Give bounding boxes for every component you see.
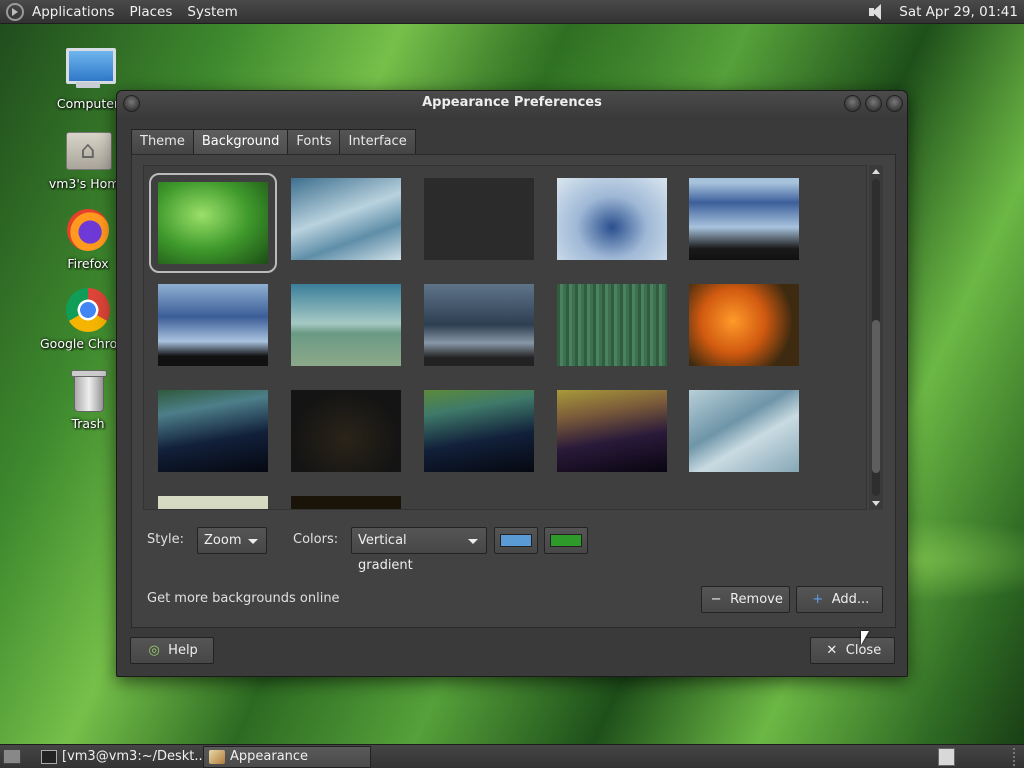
- close-icon: ✕: [826, 643, 838, 658]
- tab-background[interactable]: Background: [192, 129, 288, 155]
- wallpaper-thumb-archlinux[interactable]: [424, 178, 534, 260]
- appearance-preferences-window: Appearance Preferences Theme Background …: [116, 90, 908, 677]
- distro-logo-icon[interactable]: [6, 2, 24, 21]
- get-more-backgrounds-link[interactable]: Get more backgrounds online: [147, 591, 340, 606]
- taskbar-item-appearance[interactable]: Appearance Preferen...: [203, 746, 371, 768]
- add-button[interactable]: + Add...: [796, 586, 883, 613]
- colors-combo[interactable]: Vertical gradient: [351, 527, 487, 573]
- wallpaper-thumb-blue-crystal-2[interactable]: [158, 284, 268, 366]
- maximize-button[interactable]: [865, 95, 882, 112]
- wallpaper-thumb-green-leaf[interactable]: [149, 173, 277, 273]
- tab-interface[interactable]: Interface: [339, 129, 416, 155]
- wallpaper-thumb-aurora-green[interactable]: [424, 390, 534, 472]
- help-button[interactable]: ◎ Help: [130, 637, 214, 664]
- wallpaper-thumb-cream-paper[interactable]: [158, 496, 268, 509]
- tab-fonts[interactable]: Fonts: [287, 129, 340, 155]
- secondary-color-swatch: [550, 534, 582, 547]
- home-folder-icon: [64, 126, 112, 174]
- volume-icon[interactable]: [867, 2, 887, 22]
- secondary-color-button[interactable]: [544, 527, 588, 554]
- taskbar-item-label: [vm3@vm3:~/Deskt...: [62, 749, 207, 764]
- mouse-cursor-icon: [861, 631, 869, 645]
- window-title: Appearance Preferences: [422, 95, 602, 110]
- remove-button[interactable]: − Remove: [701, 586, 790, 613]
- menu-applications[interactable]: Applications: [32, 4, 114, 20]
- computer-icon: [64, 46, 116, 94]
- help-button-label: Help: [168, 643, 198, 658]
- wallpaper-thumb-teal-wave[interactable]: [291, 284, 401, 366]
- top-panel: Applications Places System Sat Apr 29, 0…: [0, 0, 1024, 24]
- wallpaper-thumb-yellow-flower[interactable]: [291, 496, 401, 509]
- minimize-button[interactable]: [844, 95, 861, 112]
- wallpaper-thumb-dark-brown[interactable]: [291, 390, 401, 472]
- menu-places[interactable]: Places: [129, 4, 172, 20]
- workspace-switcher[interactable]: [938, 748, 955, 766]
- wallpaper-thumb-aurora-dark[interactable]: [158, 390, 268, 472]
- wallpaper-thumb-blue-crystal-wide[interactable]: [689, 178, 799, 260]
- appearance-app-icon: [209, 750, 225, 764]
- firefox-icon: [64, 206, 112, 254]
- panel-handle[interactable]: [1013, 748, 1019, 766]
- wallpaper-thumb-green-stripes[interactable]: [557, 284, 667, 366]
- primary-color-button[interactable]: [494, 527, 538, 554]
- style-combo[interactable]: Zoom: [197, 527, 267, 554]
- close-button[interactable]: ✕ Close: [810, 637, 895, 664]
- bottom-taskbar: [vm3@vm3:~/Deskt... Appearance Preferen.…: [0, 744, 1024, 768]
- primary-color-swatch: [500, 534, 532, 547]
- tab-bar: Theme Background Fonts Interface: [131, 129, 416, 155]
- wallpaper-thumb-blue-waves[interactable]: [291, 178, 401, 260]
- scrollbar-thumb[interactable]: [872, 320, 880, 473]
- tab-theme[interactable]: Theme: [131, 129, 193, 155]
- colors-label: Colors:: [293, 532, 339, 547]
- wallpaper-gallery: [143, 165, 867, 510]
- remove-button-label: Remove: [730, 592, 783, 607]
- help-lifebuoy-icon: ◎: [148, 643, 160, 658]
- close-button-label: Close: [845, 643, 882, 658]
- background-tab-panel: Style: Zoom Colors: Vertical gradient Ge…: [131, 154, 896, 628]
- wallpaper-thumb-blue-waves-light[interactable]: [689, 390, 799, 472]
- window-titlebar[interactable]: Appearance Preferences: [117, 91, 907, 117]
- menu-system[interactable]: System: [187, 4, 237, 20]
- clock[interactable]: Sat Apr 29, 01:41: [899, 4, 1018, 20]
- minus-icon: −: [710, 592, 722, 607]
- add-button-label: Add...: [831, 592, 870, 607]
- gallery-scrollbar[interactable]: [869, 165, 883, 510]
- trash-icon: [64, 366, 112, 414]
- taskbar-item-terminal[interactable]: [vm3@vm3:~/Deskt...: [35, 746, 207, 768]
- wallpaper-thumb-stormy-road[interactable]: [424, 284, 534, 366]
- scroll-up-arrow-icon[interactable]: [872, 169, 880, 174]
- wallpaper-thumb-blue-crystal[interactable]: [557, 178, 667, 260]
- chrome-icon: [64, 286, 112, 334]
- show-desktop-icon[interactable]: [3, 749, 21, 764]
- scroll-down-arrow-icon[interactable]: [872, 501, 880, 506]
- style-label: Style:: [147, 532, 185, 547]
- window-close-button[interactable]: [886, 95, 903, 112]
- wallpaper-thumb-aurora-yellow[interactable]: [557, 390, 667, 472]
- terminal-icon: [41, 750, 57, 764]
- plus-icon: +: [812, 592, 824, 607]
- wallpaper-thumb-orange-flower[interactable]: [689, 284, 799, 366]
- taskbar-item-label: Appearance Preferen...: [230, 749, 309, 764]
- window-menu-button[interactable]: [123, 95, 140, 112]
